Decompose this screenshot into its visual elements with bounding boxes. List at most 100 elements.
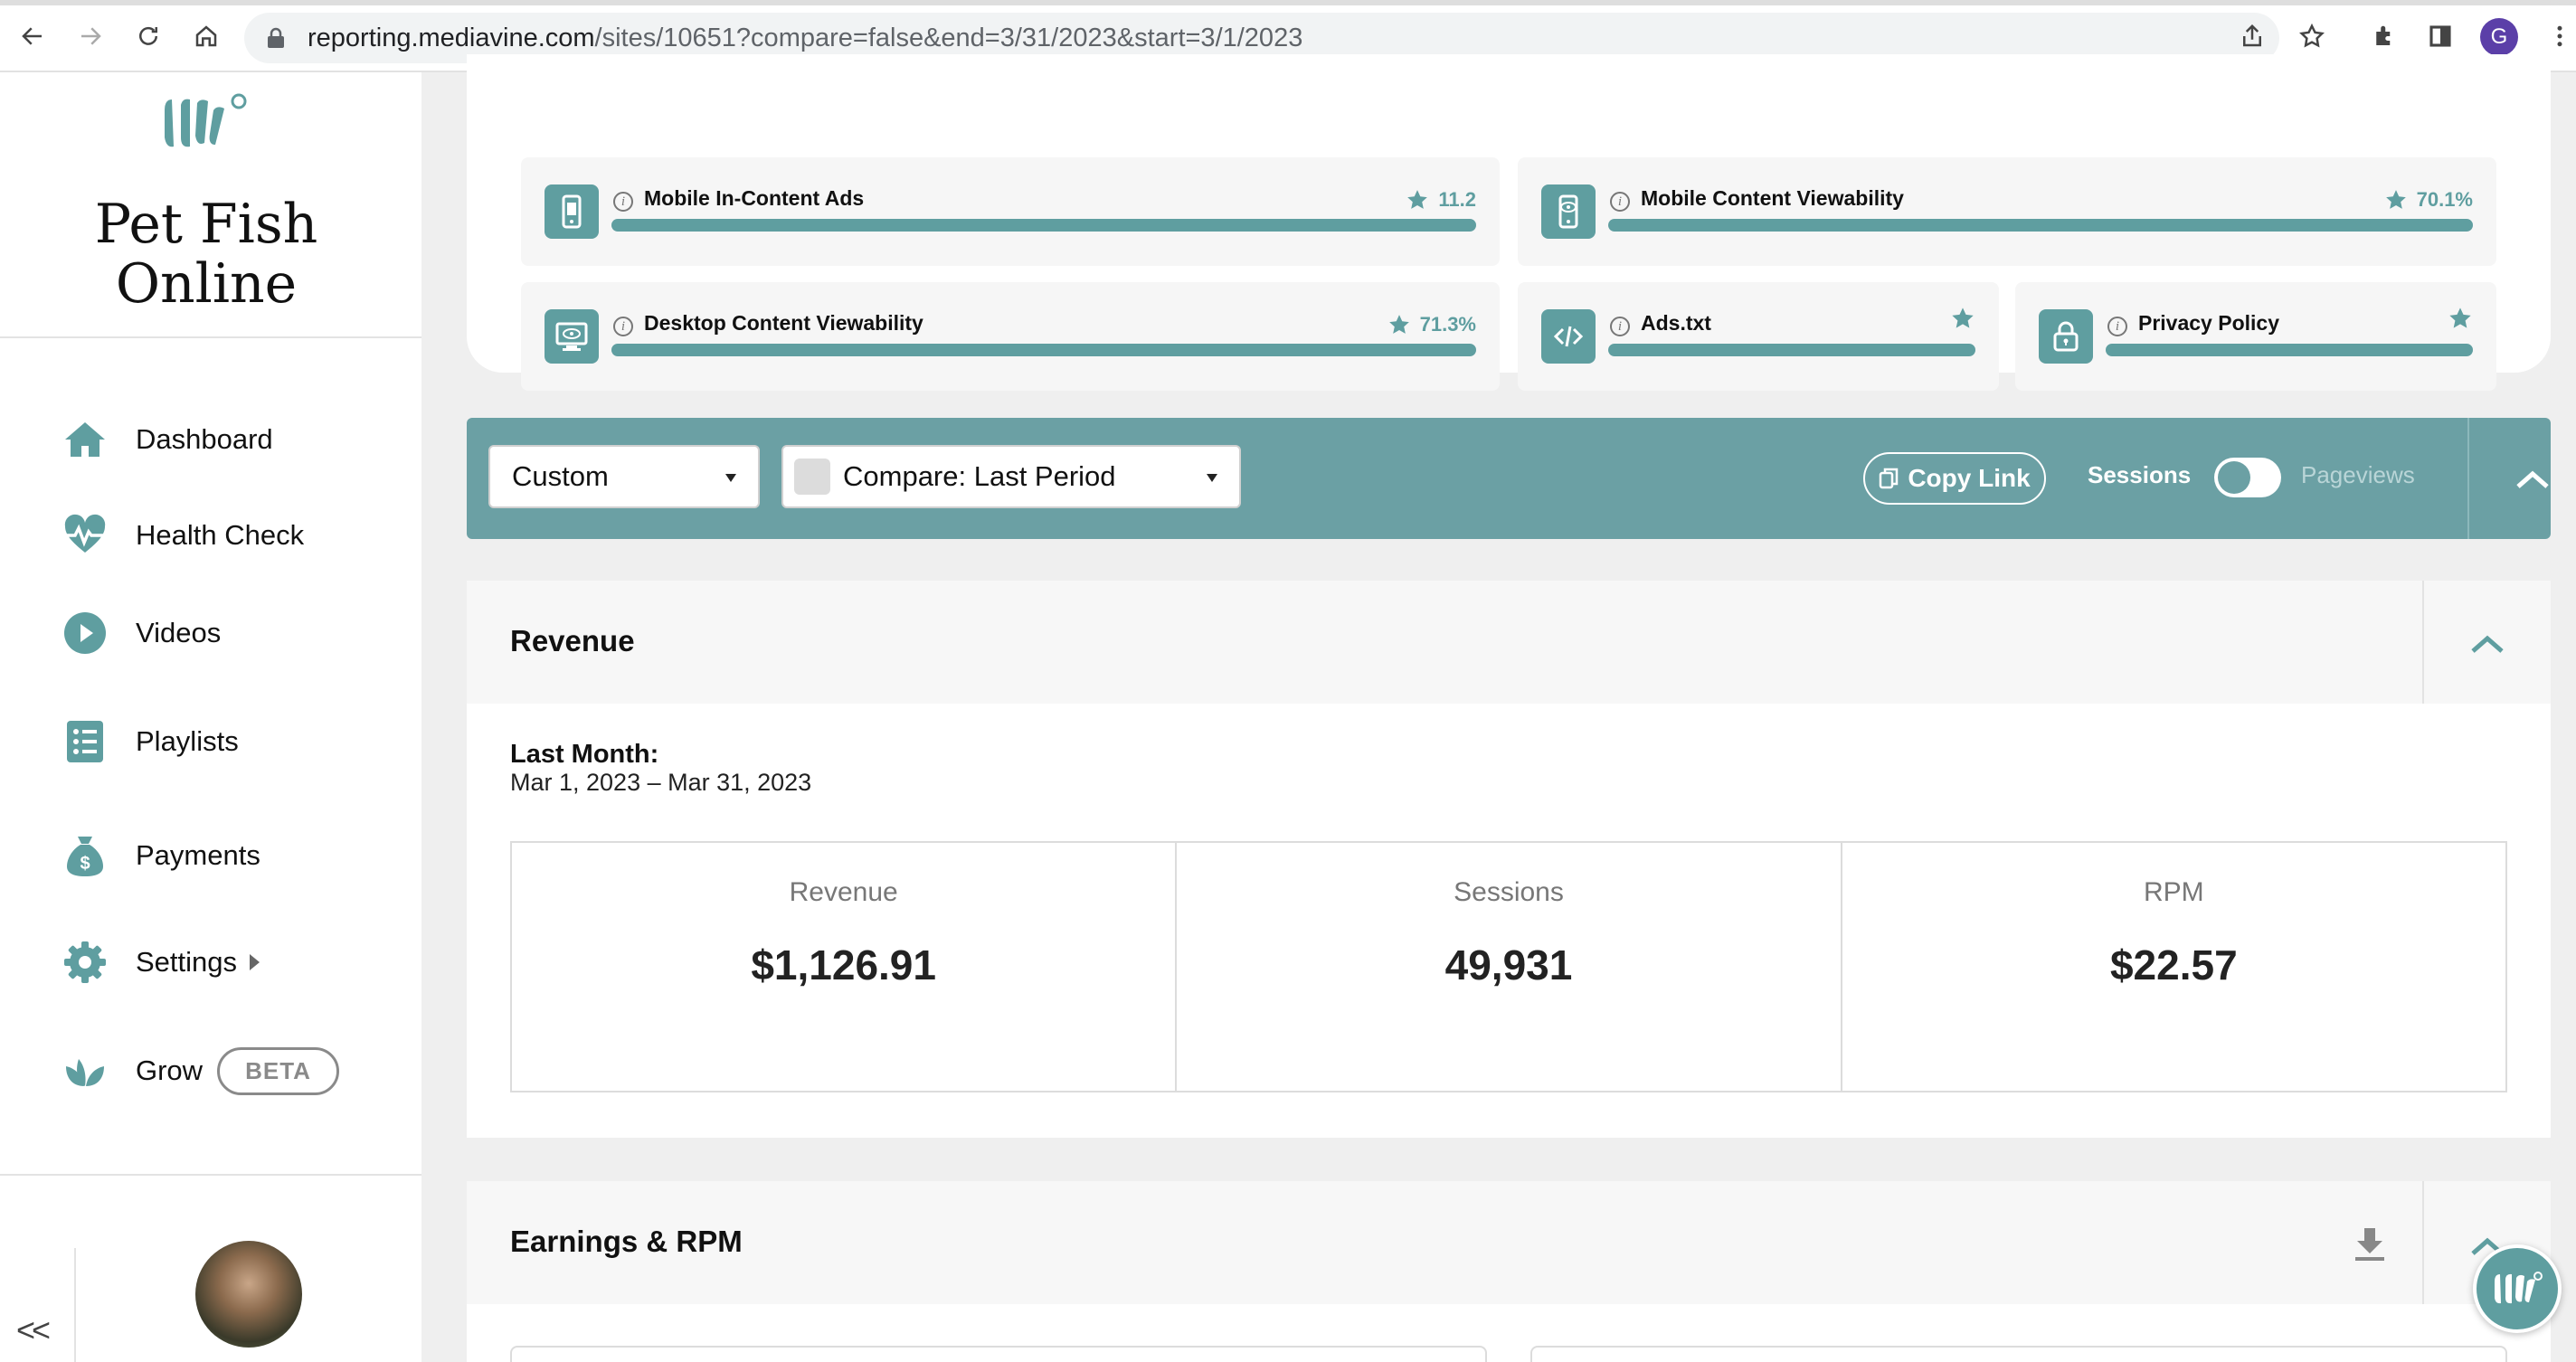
extensions-icon[interactable] <box>2366 18 2402 54</box>
color-swatch <box>794 459 830 495</box>
stat-label: RPM <box>2143 877 2204 907</box>
site-name-line2: Online <box>115 252 298 316</box>
health-item-label: Ads.txt <box>1641 311 1711 335</box>
collapse-revenue-chevron-up-icon[interactable] <box>2469 633 2505 655</box>
divider <box>2467 418 2469 539</box>
sidebar-item-settings[interactable]: Settings <box>62 935 260 989</box>
back-icon[interactable] <box>14 18 51 54</box>
health-item-desktop-content-viewability[interactable]: i Desktop Content Viewability 71.3% <box>521 282 1500 391</box>
health-item-mobile-in-content-ads[interactable]: i Mobile In-Content Ads 11.2 <box>521 157 1500 266</box>
desktop-eye-icon <box>545 309 599 364</box>
list-icon <box>62 718 109 765</box>
url-path: /sites/10651?compare=false&end=3/31/2023… <box>594 24 1303 52</box>
health-progress-bar <box>2106 344 2473 356</box>
date-range-select[interactable]: Custom <box>488 445 760 508</box>
sidebar: Pet Fish Online Dashboard Health Check V… <box>0 72 421 1362</box>
sidebar-item-grow[interactable]: Grow BETA <box>62 1044 339 1098</box>
sidebar-item-label: Grow <box>136 1055 204 1086</box>
stat-label: Revenue <box>789 877 898 907</box>
home-browser-icon[interactable] <box>188 18 224 54</box>
revenue-card: Revenue Last Month: Mar 1, 2023 – Mar 31… <box>467 581 2551 1138</box>
profile-avatar[interactable]: G <box>2480 18 2518 56</box>
stat-revenue: Revenue $1,126.91 <box>512 843 1178 1091</box>
sidebar-item-label: Dashboard <box>136 423 273 455</box>
earnings-card-header: Earnings & RPM <box>467 1181 2551 1304</box>
toggle-knob <box>2218 461 2250 494</box>
sidebar-item-label: Payments <box>136 839 260 871</box>
compare-select[interactable]: Compare: Last Period <box>781 445 1241 508</box>
sessions-pageviews-toggle[interactable] <box>2214 458 2281 497</box>
toggle-label-sessions[interactable]: Sessions <box>2088 461 2191 489</box>
heartbeat-icon <box>62 512 109 559</box>
stat-sessions: Sessions 49,931 <box>1177 843 1842 1091</box>
collapse-sidebar-button[interactable]: << <box>16 1311 51 1349</box>
stat-value: $22.57 <box>2109 941 2238 988</box>
more-menu-icon[interactable] <box>2542 18 2576 54</box>
url-host: reporting.mediavine.com <box>308 24 595 52</box>
user-avatar[interactable] <box>195 1241 302 1348</box>
chevron-right-icon <box>250 954 260 970</box>
health-item-score: 70.1% <box>2384 188 2473 212</box>
side-panel-icon[interactable] <box>2422 18 2458 54</box>
stats-grid: Revenue $1,126.91 Sessions 49,931 RPM $2… <box>510 841 2507 1092</box>
period-title: Last Month: <box>510 740 659 769</box>
health-item-privacy-policy[interactable]: i Privacy Policy <box>2015 282 2496 391</box>
home-icon <box>62 416 109 463</box>
stat-value: 49,931 <box>1444 941 1573 988</box>
health-item-label: Mobile In-Content Ads <box>644 186 865 210</box>
health-progress-bar <box>1608 219 2473 232</box>
mobile-eye-icon <box>1541 184 1596 239</box>
sidebar-item-playlists[interactable]: Playlists <box>62 714 239 769</box>
sidebar-item-payments[interactable]: $ Payments <box>62 828 260 883</box>
revenue-card-header: Revenue <box>467 581 2551 704</box>
share-icon[interactable] <box>2234 18 2270 54</box>
lock-icon <box>2039 309 2093 364</box>
mediavine-logo-icon <box>165 93 247 147</box>
chat-launcher-button[interactable] <box>2473 1244 2562 1333</box>
leaf-icon <box>62 1047 109 1094</box>
sidebar-item-label: Health Check <box>136 519 305 551</box>
divider <box>2422 581 2424 704</box>
health-check-card: i Mobile In-Content Ads 11.2 i Mobile Co… <box>467 54 2551 391</box>
mediavine-chat-icon <box>2495 1272 2543 1304</box>
gear-icon <box>62 939 109 986</box>
sidebar-item-videos[interactable]: Videos <box>62 606 221 660</box>
copy-link-button[interactable]: Copy Link <box>1863 452 2046 505</box>
money-bag-icon: $ <box>62 832 109 879</box>
earnings-title: Earnings & RPM <box>510 1225 743 1258</box>
health-item-label: Desktop Content Viewability <box>644 311 923 335</box>
toggle-label-pageviews[interactable]: Pageviews <box>2301 461 2415 489</box>
collapse-filters-chevron-up-icon[interactable] <box>2514 468 2551 490</box>
health-progress-bar <box>611 219 1476 232</box>
date-range-value: Custom <box>512 460 609 492</box>
filter-bar: Custom Compare: Last Period Copy Link Se… <box>467 418 2551 539</box>
info-icon[interactable]: i <box>2107 317 2127 336</box>
download-icon[interactable] <box>2353 1226 2386 1263</box>
copy-link-label: Copy Link <box>1908 464 2031 492</box>
star-icon <box>1388 315 1409 334</box>
info-icon[interactable]: i <box>613 317 633 336</box>
earnings-chart-panel <box>510 1346 1487 1362</box>
health-item-score: 11.2 <box>1406 188 1476 212</box>
forward-icon[interactable] <box>72 18 109 54</box>
reload-icon[interactable] <box>130 18 166 54</box>
stat-value: $1,126.91 <box>751 941 936 988</box>
revenue-title: Revenue <box>510 624 635 657</box>
health-item-label: Privacy Policy <box>2138 311 2279 335</box>
sidebar-item-dashboard[interactable]: Dashboard <box>62 412 273 467</box>
health-item-score-value: 71.3% <box>1419 313 1476 336</box>
sidebar-item-health-check[interactable]: Health Check <box>62 508 304 563</box>
health-item-label: Mobile Content Viewability <box>1641 186 1904 210</box>
lock-icon <box>268 27 284 48</box>
bookmark-star-icon[interactable] <box>2294 18 2330 54</box>
sidebar-item-label: Settings <box>136 946 238 978</box>
info-icon[interactable]: i <box>1610 317 1630 336</box>
star-icon <box>2449 307 2471 328</box>
info-icon[interactable]: i <box>613 192 633 212</box>
mobile-icon <box>545 184 599 239</box>
main-content: i Mobile In-Content Ads 11.2 i Mobile Co… <box>421 54 2576 1362</box>
info-icon[interactable]: i <box>1610 192 1630 212</box>
health-item-ads-txt[interactable]: i Ads.txt <box>1518 282 1999 391</box>
star-icon <box>2385 190 2406 209</box>
health-item-mobile-content-viewability[interactable]: i Mobile Content Viewability 70.1% <box>1518 157 2496 266</box>
